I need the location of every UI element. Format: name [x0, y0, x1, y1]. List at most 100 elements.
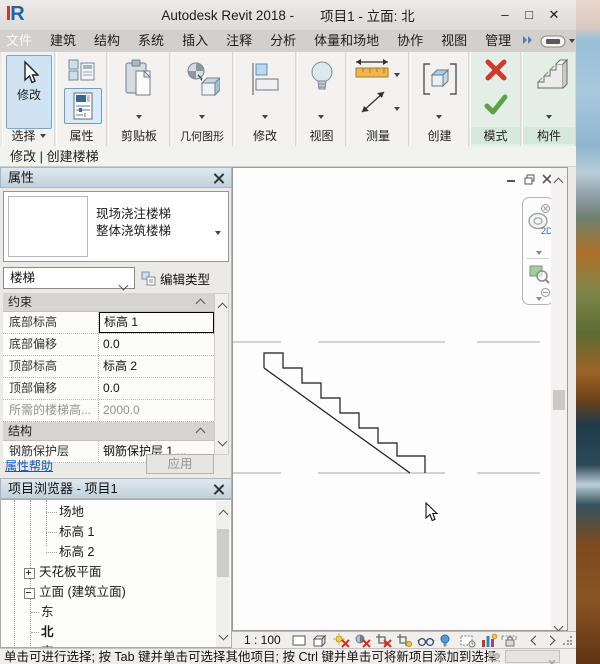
panel-create-label[interactable]: 创建	[427, 127, 451, 144]
tree-item-ceiling-plans[interactable]: 天花板平面	[39, 563, 102, 582]
panel-component-arrow-icon[interactable]	[546, 106, 552, 124]
reveal-hidden-icon[interactable]	[438, 633, 455, 648]
tree-item-site[interactable]: 场地	[59, 503, 84, 522]
measure-between-button[interactable]	[358, 88, 388, 121]
view-button[interactable]	[307, 58, 337, 100]
create-button[interactable]	[421, 60, 459, 100]
stair-component-button[interactable]	[530, 58, 570, 94]
panel-select-label[interactable]: 选择	[11, 127, 35, 144]
canvas-scroll-thumb[interactable]	[553, 390, 565, 410]
tree-item-east[interactable]: 东	[41, 603, 54, 622]
tree-item-level1[interactable]: 标高 1	[59, 523, 94, 542]
grid-scroll-up-icon[interactable]	[219, 298, 226, 316]
cancel-stair-button[interactable]	[483, 56, 509, 84]
grid-scroll-down-icon[interactable]	[219, 432, 226, 450]
tree-item-elevations[interactable]: 立面 (建筑立面)	[39, 583, 126, 602]
tab-systems[interactable]: 系统	[129, 30, 173, 52]
tab-structure[interactable]: 结构	[85, 30, 129, 52]
minimize-button[interactable]: –	[496, 7, 514, 23]
properties-close-icon[interactable]	[213, 172, 224, 183]
property-value[interactable]: 0.0	[99, 334, 214, 355]
collapse-structure-icon[interactable]	[196, 428, 206, 438]
finish-stair-button[interactable]	[483, 92, 509, 118]
maximize-button[interactable]: □	[520, 7, 538, 23]
type-selector[interactable]: 现场浇注楼梯 整体浇筑楼梯	[3, 191, 229, 262]
temporary-hide-isolate-icon[interactable]	[417, 633, 434, 648]
view-restore-icon[interactable]	[522, 174, 537, 187]
tree-item-north[interactable]: 北	[41, 623, 54, 642]
panel-properties-label[interactable]: 属性	[69, 127, 93, 144]
browser-scrollbar[interactable]	[216, 501, 230, 648]
measure-ruler-button[interactable]	[354, 58, 390, 85]
project-browser-close-icon[interactable]	[213, 483, 224, 494]
browser-scroll-up-icon[interactable]	[220, 505, 227, 523]
shadows-off-icon[interactable]	[354, 633, 371, 648]
panel-modify-arrow-icon[interactable]	[262, 106, 268, 124]
clipboard-button[interactable]	[121, 58, 157, 102]
panel-clipboard-arrow-icon[interactable]	[136, 106, 142, 124]
panel-clipboard-label[interactable]: 剪贴板	[121, 127, 157, 144]
analytical-model-icon[interactable]	[480, 633, 497, 648]
tab-insert[interactable]: 插入	[173, 30, 217, 52]
tab-analyze[interactable]: 分析	[261, 30, 305, 52]
browser-scroll-thumb[interactable]	[217, 529, 229, 577]
panel-create-arrow-icon[interactable]	[436, 106, 442, 124]
apply-button[interactable]: 应用	[146, 454, 214, 474]
show-crop-region-icon[interactable]	[396, 633, 413, 648]
measure-between-arrow-icon[interactable]	[394, 98, 400, 116]
property-value[interactable]: 0.0	[99, 378, 214, 399]
expand-ceiling-plans-icon[interactable]	[24, 568, 35, 579]
properties-palette-button[interactable]	[64, 88, 102, 124]
browser-scroll-down-icon[interactable]	[220, 626, 227, 644]
modify-button[interactable]: 修改	[6, 55, 52, 129]
canvas-scroll-up-icon[interactable]	[555, 173, 562, 191]
tree-item-level2[interactable]: 标高 2	[59, 543, 94, 562]
tab-massing-site[interactable]: 体量和场地	[305, 30, 388, 52]
edit-type-button[interactable]: 编辑类型	[141, 267, 229, 289]
detail-level-icon[interactable]	[291, 633, 308, 648]
tab-architecture[interactable]: 建筑	[41, 30, 85, 52]
tab-collaborate[interactable]: 协作	[388, 30, 432, 52]
measure-ruler-arrow-icon[interactable]	[394, 64, 400, 82]
panel-view-label[interactable]: 视图	[309, 127, 333, 144]
view-minimize-icon[interactable]	[504, 174, 519, 187]
ribbon-toggle-arrow-icon[interactable]	[569, 39, 575, 43]
section-structure[interactable]: 结构	[3, 422, 214, 441]
geometry-button[interactable]	[184, 60, 220, 100]
crop-view-off-icon[interactable]	[375, 633, 392, 648]
drawing-area[interactable]	[232, 167, 568, 631]
element-filter-select[interactable]: 楼梯	[3, 267, 135, 289]
project-browser-header[interactable]: 项目浏览器 - 项目1	[0, 478, 232, 499]
stair-sketch[interactable]	[264, 353, 425, 473]
ribbon-display-toggle[interactable]	[540, 35, 575, 48]
visual-style-icon[interactable]	[312, 633, 329, 648]
property-value[interactable]: 标高 2	[99, 356, 214, 377]
modify-tools-button[interactable]	[249, 60, 281, 100]
section-constraints[interactable]: 约束	[3, 293, 214, 312]
more-tabs-icon[interactable]	[522, 32, 534, 50]
tab-view[interactable]: 视图	[432, 30, 476, 52]
reveal-constraints-icon[interactable]	[501, 633, 518, 648]
panel-select-arrow-icon[interactable]	[40, 134, 46, 138]
close-button[interactable]: ✕	[545, 7, 563, 23]
property-grid-scrollbar[interactable]	[214, 293, 229, 455]
tab-file[interactable]: 文件	[0, 30, 41, 52]
navbar-minimize-icon[interactable]	[541, 284, 550, 302]
sun-path-off-icon[interactable]	[333, 633, 350, 648]
collapse-elevations-icon[interactable]	[24, 588, 35, 599]
resize-grip[interactable]	[563, 636, 573, 646]
scale-button[interactable]: 1 : 100	[244, 633, 281, 647]
properties-help-link[interactable]: 属性帮助	[5, 457, 53, 474]
panel-measure-label[interactable]: 测量	[366, 127, 390, 144]
selection-filter-icon[interactable]	[486, 650, 503, 663]
steering-wheel-2d-button[interactable]: 2D	[527, 211, 551, 240]
property-value[interactable]: 标高 1	[99, 312, 214, 333]
scroll-right-icon[interactable]	[547, 631, 554, 649]
scroll-left-icon[interactable]	[532, 631, 539, 649]
collapse-constraints-icon[interactable]	[196, 299, 206, 309]
panel-geometry-arrow-icon[interactable]	[199, 106, 205, 124]
tab-annotate[interactable]: 注释	[217, 30, 261, 52]
panel-view-arrow-icon[interactable]	[318, 106, 324, 124]
type-properties-button[interactable]	[65, 56, 99, 84]
type-selector-arrow-icon[interactable]	[215, 222, 221, 240]
